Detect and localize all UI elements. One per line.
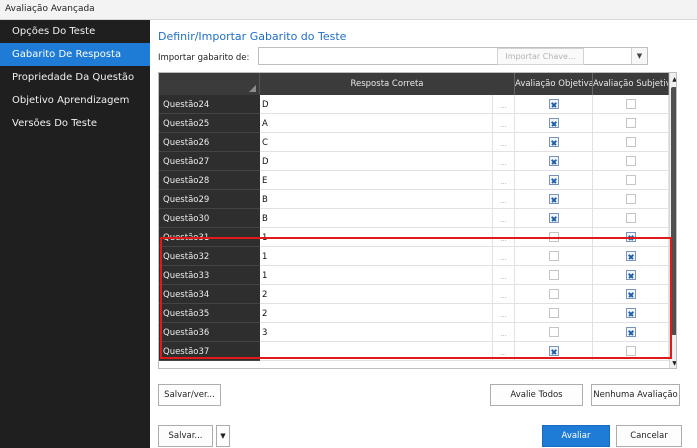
answer-cell[interactable]: B bbox=[260, 209, 493, 228]
sidebar-item-gabarito-de-resposta[interactable]: Gabarito De Resposta bbox=[0, 43, 150, 66]
chevron-down-icon[interactable]: ▼ bbox=[631, 48, 647, 64]
answer-cell[interactable]: D bbox=[260, 152, 493, 171]
column-header-answer[interactable]: Resposta Correta bbox=[260, 73, 515, 95]
question-label[interactable]: Questão27 bbox=[159, 152, 260, 171]
subjective-checkbox[interactable] bbox=[626, 156, 636, 166]
question-label[interactable]: Questão25 bbox=[159, 114, 260, 133]
objective-checkbox[interactable] bbox=[549, 99, 559, 109]
table-row[interactable]: Questão28 E... bbox=[159, 171, 669, 190]
sidebar-item-objetivo-aprendizagem[interactable]: Objetivo Aprendizagem bbox=[0, 89, 150, 112]
sidebar-item-opcoes-do-teste[interactable]: Opções Do Teste bbox=[0, 20, 150, 43]
save-dropdown-icon[interactable]: ▼ bbox=[216, 425, 230, 447]
import-key-button[interactable]: Importar Chave... bbox=[497, 48, 584, 65]
evaluate-button[interactable]: Avaliar bbox=[542, 425, 610, 447]
subjective-cell bbox=[593, 171, 669, 190]
question-label[interactable]: Questão30 bbox=[159, 209, 260, 228]
answer-ellipsis-button[interactable]: ... bbox=[493, 209, 515, 228]
answer-cell[interactable]: C bbox=[260, 133, 493, 152]
subjective-checkbox[interactable] bbox=[626, 175, 636, 185]
subjective-cell bbox=[593, 209, 669, 228]
subjective-checkbox[interactable] bbox=[626, 137, 636, 147]
answer-ellipsis-button[interactable]: ... bbox=[493, 171, 515, 190]
subjective-checkbox[interactable] bbox=[626, 118, 636, 128]
window-title: Avaliação Avançada bbox=[0, 0, 697, 20]
cancel-button[interactable]: Cancelar bbox=[616, 425, 682, 447]
subjective-cell bbox=[593, 95, 669, 114]
objective-checkbox[interactable] bbox=[549, 118, 559, 128]
no-evaluation-button[interactable]: Nenhuma Avaliação bbox=[591, 384, 680, 406]
answer-ellipsis-button[interactable]: ... bbox=[493, 95, 515, 114]
evaluate-all-button[interactable]: Avalie Todos bbox=[490, 384, 583, 406]
grid-corner bbox=[159, 73, 260, 95]
subjective-cell bbox=[593, 152, 669, 171]
objective-cell bbox=[515, 209, 593, 228]
answer-ellipsis-button[interactable]: ... bbox=[493, 133, 515, 152]
objective-cell bbox=[515, 95, 593, 114]
objective-cell bbox=[515, 133, 593, 152]
table-row[interactable]: Questão30 B... bbox=[159, 209, 669, 228]
objective-checkbox[interactable] bbox=[549, 156, 559, 166]
subjective-cell bbox=[593, 114, 669, 133]
answer-cell[interactable]: E bbox=[260, 171, 493, 190]
main-panel: Definir/Importar Gabarito do Teste Impor… bbox=[150, 20, 697, 448]
select-all-icon[interactable] bbox=[249, 85, 256, 92]
grid-header: Resposta Correta Avaliação Objetiva Aval… bbox=[159, 73, 676, 95]
subjective-checkbox[interactable] bbox=[626, 213, 636, 223]
objective-checkbox[interactable] bbox=[549, 175, 559, 185]
save-view-button[interactable]: Salvar/ver... bbox=[158, 384, 221, 406]
import-source-dropdown[interactable]: ▼ bbox=[258, 47, 648, 65]
subjective-rows-highlight bbox=[160, 237, 672, 359]
answer-cell[interactable]: A bbox=[260, 114, 493, 133]
objective-cell bbox=[515, 152, 593, 171]
table-row[interactable]: Questão24 D... bbox=[159, 95, 669, 114]
answer-ellipsis-button[interactable]: ... bbox=[493, 190, 515, 209]
sidebar-item-versoes-do-teste[interactable]: Versões Do Teste bbox=[0, 112, 150, 135]
section-title: Definir/Importar Gabarito do Teste bbox=[158, 30, 347, 43]
subjective-checkbox[interactable] bbox=[626, 194, 636, 204]
question-label[interactable]: Questão24 bbox=[159, 95, 260, 114]
answer-ellipsis-button[interactable]: ... bbox=[493, 152, 515, 171]
objective-cell bbox=[515, 190, 593, 209]
table-row[interactable]: Questão26 C... bbox=[159, 133, 669, 152]
column-header-subjective[interactable]: Avaliação Subjetiva bbox=[593, 73, 669, 95]
question-label[interactable]: Questão28 bbox=[159, 171, 260, 190]
column-header-objective[interactable]: Avaliação Objetiva bbox=[515, 73, 593, 95]
save-button[interactable]: Salvar... bbox=[158, 425, 213, 447]
question-label[interactable]: Questão26 bbox=[159, 133, 260, 152]
question-label[interactable]: Questão29 bbox=[159, 190, 260, 209]
objective-checkbox[interactable] bbox=[549, 213, 559, 223]
objective-cell bbox=[515, 171, 593, 190]
objective-checkbox[interactable] bbox=[549, 194, 559, 204]
subjective-cell bbox=[593, 190, 669, 209]
answer-cell[interactable]: B bbox=[260, 190, 493, 209]
table-row[interactable]: Questão25 A... bbox=[159, 114, 669, 133]
scroll-down-icon[interactable]: ▼ bbox=[670, 359, 676, 368]
subjective-cell bbox=[593, 133, 669, 152]
table-row[interactable]: Questão27 D... bbox=[159, 152, 669, 171]
answer-ellipsis-button[interactable]: ... bbox=[493, 114, 515, 133]
table-row[interactable]: Questão29 B... bbox=[159, 190, 669, 209]
scroll-up-icon[interactable]: ▲ bbox=[670, 75, 676, 84]
sidebar: Opções Do Teste Gabarito De Resposta Pro… bbox=[0, 20, 150, 448]
import-label: Importar gabarito de: bbox=[158, 53, 250, 63]
sidebar-item-propriedade-da-questao[interactable]: Propriedade Da Questão bbox=[0, 66, 150, 89]
objective-checkbox[interactable] bbox=[549, 137, 559, 147]
objective-cell bbox=[515, 114, 593, 133]
answer-cell[interactable]: D bbox=[260, 95, 493, 114]
subjective-checkbox[interactable] bbox=[626, 99, 636, 109]
